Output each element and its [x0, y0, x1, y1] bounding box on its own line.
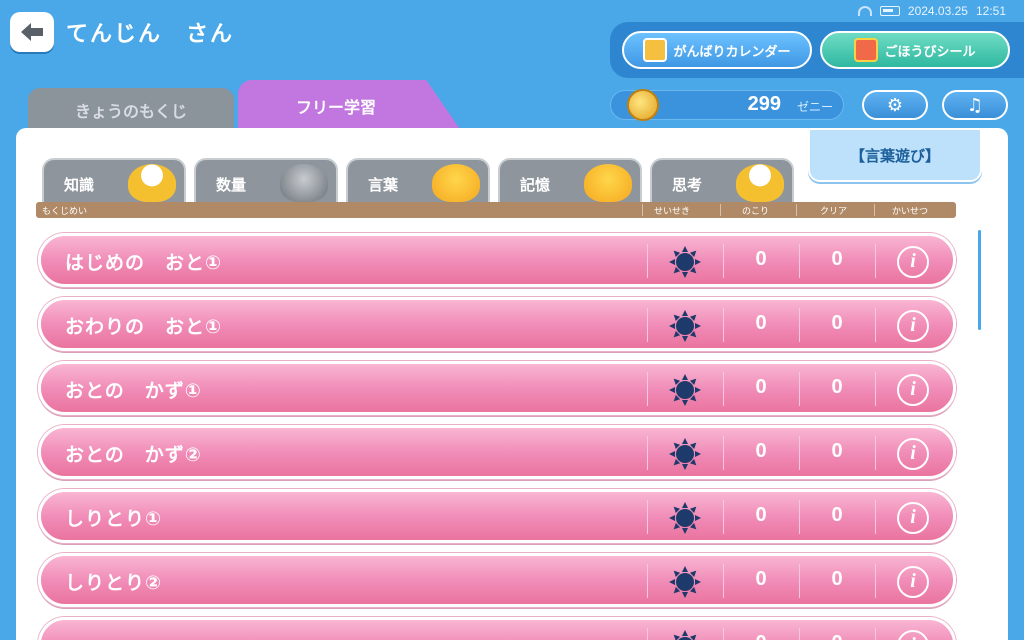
- sticker-button-label: ごほうびシール: [884, 44, 976, 60]
- coin-value: 299: [747, 93, 781, 115]
- tab-free-study-label: フリー学習: [295, 98, 376, 117]
- sun-grade-icon: [669, 438, 701, 470]
- info-icon[interactable]: i: [897, 310, 929, 342]
- sticker-button[interactable]: ごほうびシール: [820, 31, 1010, 69]
- lesson-remaining: 0: [755, 504, 767, 526]
- status-time: 12:51: [975, 4, 1006, 18]
- sun-grade-icon: [669, 246, 701, 278]
- wifi-icon: [857, 6, 872, 16]
- subtab-words[interactable]: 言葉: [346, 158, 490, 202]
- tab-today[interactable]: きょうのもくじ: [28, 88, 234, 132]
- column-header: もくじめい せいせき のこり クリア かいせつ: [36, 202, 956, 218]
- sun-grade-icon: [669, 374, 701, 406]
- robot-mascot-icon: [280, 164, 328, 202]
- column-clear: クリア: [820, 206, 848, 216]
- calendar-button-label: がんばりカレンダー: [673, 44, 791, 60]
- subtab-quantity[interactable]: 数量: [194, 158, 338, 202]
- info-icon[interactable]: i: [897, 438, 929, 470]
- user-name: てんじん さん: [66, 22, 235, 47]
- back-arrow-icon: [21, 23, 43, 41]
- category-label: 【言葉遊び】: [808, 128, 982, 182]
- chick-mascot-icon: [128, 164, 176, 202]
- lesson-clear: 0: [831, 248, 843, 270]
- lesson-row[interactable]: しりとり② 0 0 i: [38, 553, 956, 607]
- column-title: もくじめい: [42, 206, 88, 216]
- lesson-row[interactable]: 0 0 i: [38, 617, 956, 640]
- subtab-memory[interactable]: 記憶: [498, 158, 642, 202]
- subtab-label: 思考: [672, 176, 703, 194]
- chick-mascot-icon: [736, 164, 784, 202]
- lesson-clear: 0: [831, 568, 843, 590]
- column-remaining: のこり: [742, 206, 770, 216]
- lesson-title: しりとり①: [65, 508, 163, 530]
- back-button[interactable]: [10, 12, 54, 52]
- column-result: せいせき: [654, 206, 691, 216]
- status-date: 2024.03.25: [907, 4, 968, 18]
- info-icon[interactable]: i: [897, 246, 929, 278]
- lesson-remaining: 0: [755, 568, 767, 590]
- subtab-label: 数量: [216, 176, 247, 194]
- coin-unit: ゼニー: [796, 100, 833, 114]
- music-button[interactable]: ♫: [942, 90, 1008, 120]
- music-note-icon: ♫: [966, 94, 984, 116]
- subtab-label: 言葉: [368, 176, 399, 194]
- lesson-row[interactable]: しりとり① 0 0 i: [38, 489, 956, 543]
- status-bar: 2024.03.25 12:51: [857, 2, 1006, 20]
- info-icon[interactable]: i: [897, 630, 929, 640]
- subtab-label: 記憶: [520, 176, 551, 194]
- lesson-remaining: 0: [755, 440, 767, 462]
- column-explain: かいせつ: [892, 206, 929, 216]
- lesson-title: はじめの おと①: [65, 252, 223, 274]
- info-icon[interactable]: i: [897, 566, 929, 598]
- calendar-icon: [643, 38, 668, 62]
- info-icon[interactable]: i: [897, 374, 929, 406]
- lesson-clear: 0: [831, 376, 843, 398]
- lesson-remaining: 0: [755, 248, 767, 270]
- lesson-clear: 0: [831, 504, 843, 526]
- sun-grade-icon: [669, 630, 701, 640]
- tab-free-study[interactable]: フリー学習: [238, 80, 462, 132]
- subtab-thinking[interactable]: 思考: [650, 158, 794, 202]
- sun-grade-icon: [669, 502, 701, 534]
- info-icon[interactable]: i: [897, 502, 929, 534]
- lesson-row[interactable]: おとの かず① 0 0 i: [38, 361, 956, 415]
- lesson-remaining: 0: [741, 632, 781, 640]
- lesson-clear: 0: [831, 440, 843, 462]
- coin-icon: [627, 89, 659, 121]
- sun-grade-icon: [669, 566, 701, 598]
- subtab-label: 知識: [64, 176, 95, 194]
- chick-mascot-icon: [584, 164, 632, 202]
- battery-icon: [879, 6, 900, 16]
- lesson-title: おとの かず①: [65, 380, 202, 402]
- gear-icon: ⚙: [886, 94, 904, 116]
- lesson-remaining: 0: [755, 376, 767, 398]
- lesson-title: おわりの おと①: [65, 316, 223, 338]
- lesson-remaining: 0: [755, 312, 767, 334]
- lesson-row[interactable]: おとの かず② 0 0 i: [38, 425, 956, 479]
- gift-icon: [854, 38, 879, 62]
- coin-display: 299 ゼニー: [610, 89, 844, 121]
- calendar-button[interactable]: がんばりカレンダー: [622, 31, 812, 69]
- scrollbar[interactable]: [978, 230, 981, 330]
- lesson-title: おとの かず②: [65, 444, 202, 466]
- sun-grade-icon: [669, 310, 701, 342]
- subtab-knowledge[interactable]: 知識: [42, 158, 186, 202]
- chick-mascot-icon: [432, 164, 480, 202]
- lesson-clear: 0: [831, 312, 843, 334]
- settings-button[interactable]: ⚙: [862, 90, 928, 120]
- lesson-title: しりとり②: [65, 572, 163, 594]
- lesson-row[interactable]: はじめの おと① 0 0 i: [38, 233, 956, 287]
- lesson-clear: 0: [817, 632, 857, 640]
- lesson-row[interactable]: おわりの おと① 0 0 i: [38, 297, 956, 351]
